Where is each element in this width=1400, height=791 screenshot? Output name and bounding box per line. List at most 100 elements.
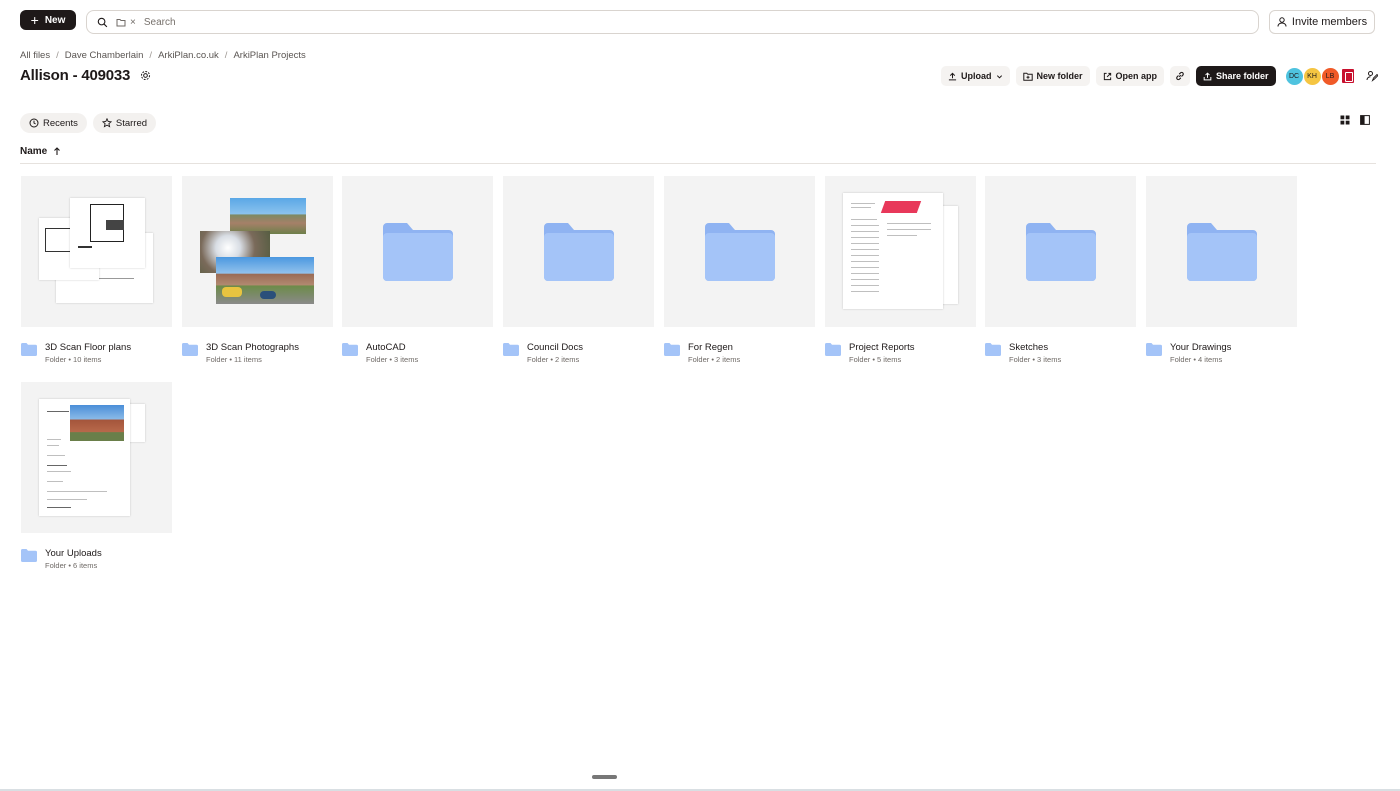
folder-icon	[825, 343, 841, 356]
folder-item-count: Folder • 11 items	[206, 355, 262, 364]
folder-name[interactable]: 3D Scan Floor plans	[45, 342, 131, 354]
new-button[interactable]: + New	[20, 10, 76, 30]
folder-name[interactable]: Sketches	[1009, 342, 1061, 354]
grid-view-icon[interactable]	[1340, 115, 1350, 125]
folder-tile-3d-scan-floor-plans[interactable]: 3D Scan Floor plans Folder • 10 items	[21, 176, 172, 366]
folder-name[interactable]: AutoCAD	[366, 342, 418, 354]
folder-meta: For Regen Folder • 2 items	[664, 342, 815, 366]
invite-members-button[interactable]: Invite members	[1269, 10, 1375, 34]
plus-icon: +	[30, 12, 39, 28]
manage-access-icon[interactable]	[1366, 70, 1378, 82]
folder-item-count: Folder • 4 items	[1170, 355, 1223, 364]
search-bar[interactable]: ×	[86, 10, 1259, 34]
folder-item-count: Folder • 3 items	[366, 355, 419, 364]
breadcrumb-item-dave-chamberlain[interactable]: Dave Chamberlain	[65, 50, 144, 61]
breadcrumb: All files / Dave Chamberlain / ArkiPlan.…	[20, 50, 306, 61]
upload-button[interactable]: Upload	[941, 66, 1010, 86]
large-folder-icon	[1026, 223, 1096, 281]
chevron-down-icon	[996, 74, 1002, 78]
recents-filter[interactable]: Recents	[20, 113, 87, 133]
starred-filter[interactable]: Starred	[92, 113, 157, 133]
folder-thumbnail	[182, 176, 333, 327]
new-folder-label: New folder	[1036, 71, 1083, 81]
breadcrumb-separator: /	[149, 50, 153, 61]
search-icon	[97, 17, 108, 27]
upload-icon	[948, 72, 957, 80]
clock-icon	[29, 118, 39, 128]
copy-link-button[interactable]	[1170, 66, 1191, 86]
folder-icon	[342, 343, 358, 356]
report-page	[843, 193, 943, 309]
folder-thumbnail	[1146, 176, 1297, 327]
folder-icon	[21, 549, 37, 562]
member-avatars[interactable]: DC KH LB	[1284, 66, 1354, 86]
share-icon	[1203, 71, 1212, 80]
app-logo-icon[interactable]	[1341, 69, 1354, 83]
upload-label: Upload	[961, 71, 992, 81]
folder-item-count: Folder • 6 items	[45, 561, 98, 570]
avatar[interactable]: KH	[1302, 66, 1322, 86]
large-folder-icon	[383, 223, 453, 281]
search-scope-chip[interactable]: ×	[116, 17, 136, 28]
new-folder-button[interactable]: New folder	[1015, 66, 1090, 86]
folder-icon	[664, 343, 680, 356]
folder-name[interactable]: Project Reports	[849, 342, 914, 354]
folder-thumbnail	[503, 176, 654, 327]
folder-icon	[21, 343, 37, 356]
folder-tile-autocad[interactable]: AutoCAD Folder • 3 items	[342, 176, 493, 366]
folder-plus-icon	[1022, 72, 1033, 81]
arrow-up-icon	[54, 147, 61, 155]
folder-tile-your-drawings[interactable]: Your Drawings Folder • 4 items	[1146, 176, 1297, 366]
folder-meta: AutoCAD Folder • 3 items	[342, 342, 493, 366]
folder-meta: Council Docs Folder • 2 items	[503, 342, 654, 366]
breadcrumb-item-arkiplan-projects[interactable]: ArkiPlan Projects	[233, 50, 305, 61]
header-divider	[20, 163, 1376, 164]
breadcrumb-item-all-files[interactable]: All files	[20, 50, 50, 61]
large-folder-icon	[705, 223, 775, 281]
folder-item-count: Folder • 5 items	[849, 355, 902, 364]
folder-meta: Sketches Folder • 3 items	[985, 342, 1136, 366]
name-sort-header[interactable]: Name	[20, 146, 61, 157]
invite-members-label: Invite members	[1291, 16, 1368, 28]
large-folder-icon	[1187, 223, 1257, 281]
folder-icon	[503, 343, 519, 356]
folder-item-count: Folder • 10 items	[45, 355, 102, 364]
search-input[interactable]	[143, 16, 1258, 28]
breadcrumb-separator: /	[224, 50, 228, 61]
avatar[interactable]: LB	[1320, 66, 1340, 86]
folder-tile-for-regen[interactable]: For Regen Folder • 2 items	[664, 176, 815, 366]
folder-tile-3d-scan-photographs[interactable]: 3D Scan Photographs Folder • 11 items	[182, 176, 333, 366]
folder-thumbnail	[342, 176, 493, 327]
folder-item-count: Folder • 2 items	[688, 355, 741, 364]
folder-name[interactable]: 3D Scan Photographs	[206, 342, 299, 354]
folder-thumbnail	[985, 176, 1136, 327]
folder-tile-project-reports[interactable]: Project Reports Folder • 5 items	[825, 176, 976, 366]
folder-tile-sketches[interactable]: Sketches Folder • 3 items	[985, 176, 1136, 366]
breadcrumb-separator: /	[56, 50, 59, 61]
gear-icon[interactable]	[140, 70, 151, 81]
page-title-row: Allison - 409033	[20, 67, 151, 84]
folder-thumbnail	[664, 176, 815, 327]
folder-name[interactable]: Council Docs	[527, 342, 583, 354]
external-link-icon	[1103, 72, 1111, 80]
folder-thumbnail	[21, 176, 172, 327]
open-app-button[interactable]: Open app	[1095, 66, 1165, 86]
folder-name[interactable]: For Regen	[688, 342, 740, 354]
folder-tile-your-uploads[interactable]: Your Uploads Folder • 6 items	[21, 382, 172, 572]
share-folder-button[interactable]: Share folder	[1196, 66, 1276, 86]
folder-meta: Project Reports Folder • 5 items	[825, 342, 976, 366]
folder-tile-council-docs[interactable]: Council Docs Folder • 2 items	[503, 176, 654, 366]
breadcrumb-item-arkiplan-co-uk[interactable]: ArkiPlan.co.uk	[158, 50, 219, 61]
open-app-label: Open app	[1115, 71, 1158, 81]
chip-close-icon[interactable]: ×	[130, 17, 136, 28]
side-panel-icon[interactable]	[1360, 115, 1370, 125]
avatar[interactable]: DC	[1284, 66, 1304, 86]
share-folder-label: Share folder	[1216, 71, 1269, 81]
filter-chips: Recents Starred	[20, 113, 157, 133]
resize-handle[interactable]	[592, 775, 617, 779]
folder-item-count: Folder • 3 items	[1009, 355, 1062, 364]
page-title: Allison - 409033	[20, 67, 131, 84]
upload-document	[39, 399, 130, 516]
folder-name[interactable]: Your Drawings	[1170, 342, 1231, 354]
folder-name[interactable]: Your Uploads	[45, 548, 102, 560]
